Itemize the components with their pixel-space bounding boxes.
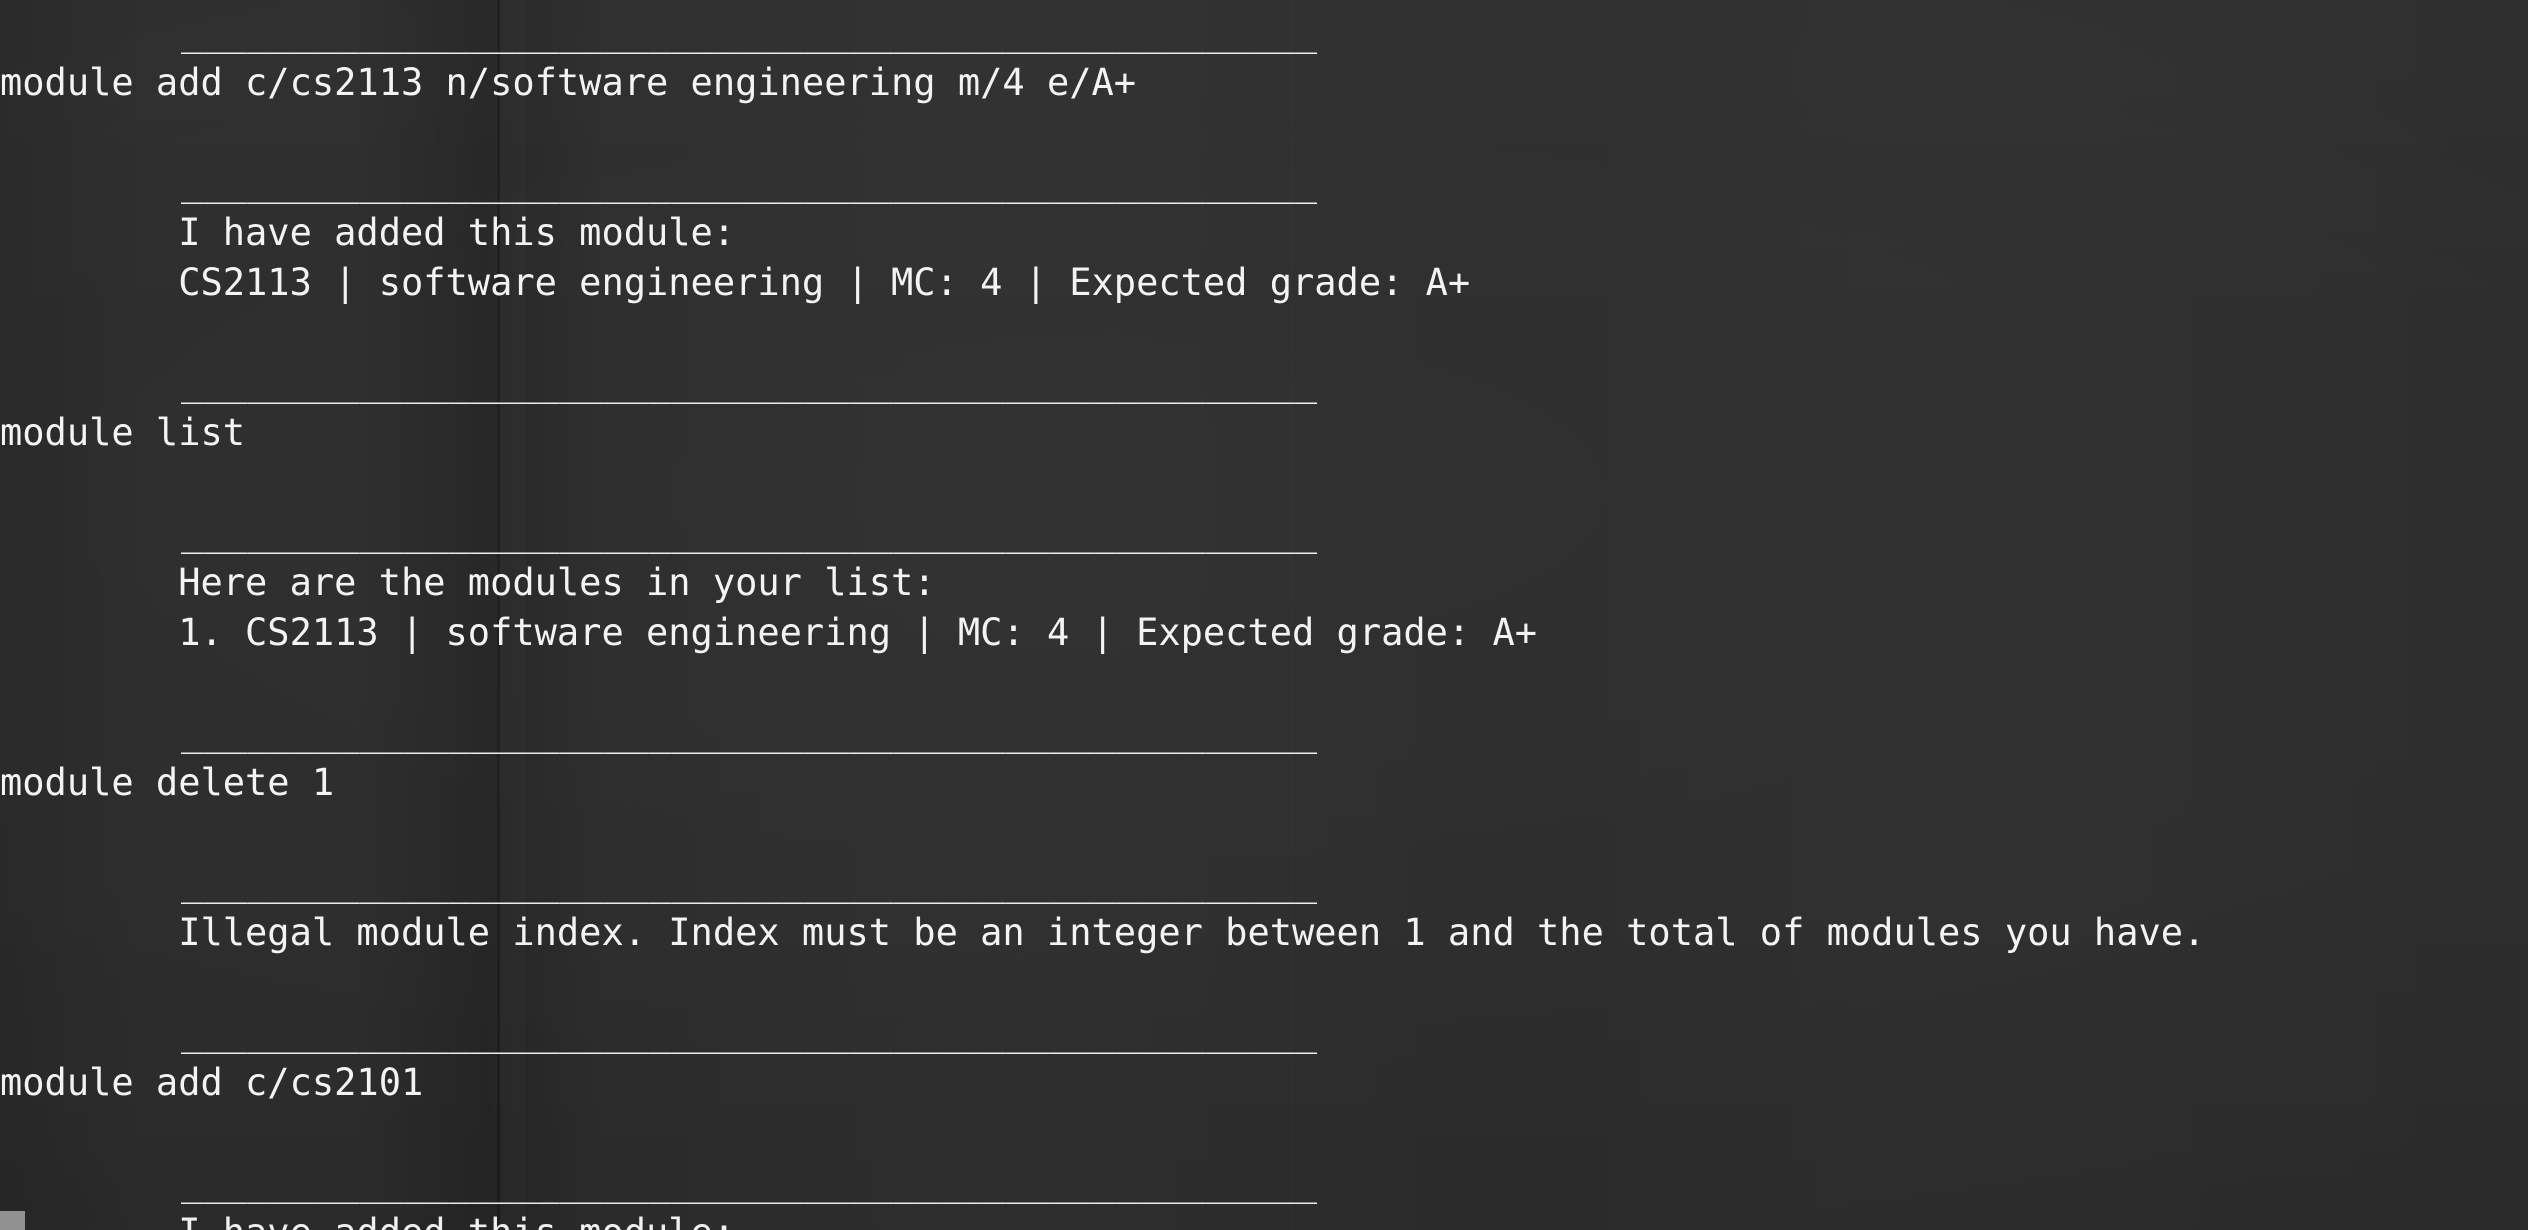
output-separator: ________________________________________… — [181, 161, 1318, 204]
output-separator: ________________________________________… — [181, 711, 1318, 754]
command-line: module delete 1 — [0, 761, 335, 804]
response-line: 1. CS2113 | software engineering | MC: 4… — [0, 611, 1538, 654]
response-line: I have added this module: — [0, 1208, 2528, 1230]
output-separator: ________________________________________… — [181, 861, 1318, 904]
command-line: module add c/cs2113 n/software engineeri… — [0, 61, 1137, 104]
output-separator: ________________________________________… — [181, 11, 1318, 54]
command-line: module add c/cs2101 — [0, 1061, 424, 1104]
response-line: Illegal module index. Index must be an i… — [0, 911, 2206, 954]
output-separator: ________________________________________… — [181, 1011, 1318, 1054]
output-separator: ________________________________________… — [181, 361, 1318, 404]
output-separator: ________________________________________… — [181, 1161, 1318, 1204]
terminal-window[interactable]: ________________________________________… — [0, 0, 2528, 1230]
command-line: module list — [0, 411, 246, 454]
horizontal-scrollbar-thumb[interactable] — [0, 1211, 25, 1230]
terminal-output-area[interactable]: ________________________________________… — [0, 0, 2528, 1230]
response-line: CS2113 | software engineering | MC: 4 | … — [0, 261, 1471, 304]
response-line: I have added this module: — [0, 211, 736, 254]
output-separator: ________________________________________… — [181, 511, 1318, 554]
response-line: Here are the modules in your list: — [0, 561, 936, 604]
